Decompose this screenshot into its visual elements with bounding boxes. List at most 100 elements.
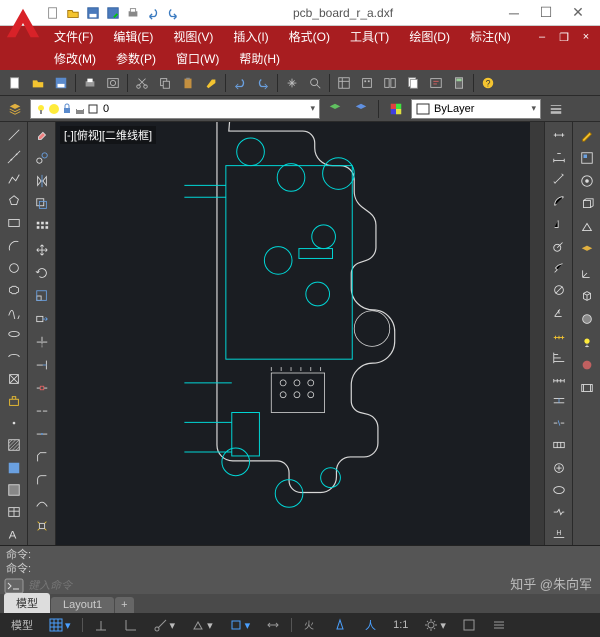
nav-icon[interactable] [575, 170, 599, 192]
spline-icon[interactable] [2, 302, 26, 323]
sheet-icon[interactable] [402, 72, 424, 94]
ellipse-arc-icon[interactable] [2, 346, 26, 367]
dimdia-icon[interactable] [547, 279, 571, 300]
revcloud-icon[interactable] [2, 279, 26, 300]
otrack-icon[interactable] [261, 616, 285, 634]
trim-icon[interactable] [30, 331, 54, 353]
join-icon[interactable] [30, 423, 54, 445]
mtext-icon[interactable]: A [2, 524, 26, 545]
hatch-icon[interactable] [2, 435, 26, 456]
new-icon[interactable] [4, 72, 26, 94]
gear-icon[interactable]: ▾ [419, 616, 451, 634]
qat-redo-icon[interactable] [164, 4, 182, 22]
film-icon[interactable] [575, 377, 599, 399]
tolerance-icon[interactable] [547, 435, 571, 456]
dimlinear-icon[interactable] [547, 146, 571, 167]
move-icon[interactable] [30, 239, 54, 261]
lwt-icon[interactable]: 火 [298, 616, 322, 634]
menu-modify[interactable]: 修改(M) [44, 48, 106, 70]
mdi-close-icon[interactable]: × [578, 29, 594, 45]
drawing-canvas[interactable]: [-][俯视][二维线框] [56, 122, 530, 545]
markup-icon[interactable] [425, 72, 447, 94]
menu-param[interactable]: 参数(P) [106, 48, 166, 70]
layer-props-icon[interactable] [4, 98, 26, 120]
copy-icon[interactable] [154, 72, 176, 94]
undo-icon[interactable] [229, 72, 251, 94]
menu-view[interactable]: 视图(V) [163, 26, 223, 48]
color-control-icon[interactable] [385, 98, 407, 120]
qdim-icon[interactable] [547, 324, 571, 345]
view-icon[interactable] [575, 193, 599, 215]
diminspect-icon[interactable] [547, 479, 571, 500]
vertical-scrollbar[interactable] [530, 122, 544, 545]
snap-icon[interactable] [89, 616, 113, 634]
extend-icon[interactable] [30, 354, 54, 376]
menu-insert[interactable]: 插入(I) [223, 26, 278, 48]
fillet-icon[interactable] [30, 469, 54, 491]
sb-model[interactable]: 模型 [6, 616, 38, 634]
command-prompt-icon[interactable] [4, 578, 24, 594]
dimbase-icon[interactable] [547, 346, 571, 367]
customize-icon[interactable] [487, 616, 511, 634]
print-icon[interactable] [79, 72, 101, 94]
anno-icon[interactable] [328, 616, 352, 634]
tab-model[interactable]: 模型 [4, 593, 50, 613]
paste-icon[interactable] [177, 72, 199, 94]
blend-icon[interactable] [30, 492, 54, 514]
xline-icon[interactable] [2, 146, 26, 167]
layer-dropdown[interactable]: 0 ▾ [30, 99, 320, 119]
maximize-button[interactable]: ☐ [536, 3, 556, 23]
dimaligned-icon[interactable] [547, 168, 571, 189]
mirror-icon[interactable] [30, 170, 54, 192]
tpalette-icon[interactable] [379, 72, 401, 94]
dimjogline-icon[interactable] [547, 501, 571, 522]
command-input[interactable] [28, 580, 600, 592]
dimjog-icon[interactable] [547, 257, 571, 278]
gradient-icon[interactable] [2, 457, 26, 478]
mdi-restore-icon[interactable]: ❐ [556, 29, 572, 45]
qat-open-icon[interactable] [64, 4, 82, 22]
linetype-dropdown[interactable]: ByLayer ▾ [411, 99, 541, 119]
cut-icon[interactable] [131, 72, 153, 94]
preview-icon[interactable] [102, 72, 124, 94]
menu-tools[interactable]: 工具(T) [340, 26, 399, 48]
arc-icon[interactable] [2, 235, 26, 256]
anno2-icon[interactable]: 人 [358, 616, 382, 634]
help-icon[interactable]: ? [477, 72, 499, 94]
close-button[interactable]: ✕ [568, 3, 588, 23]
layer-match-icon[interactable] [324, 98, 346, 120]
menu-help[interactable]: 帮助(H) [229, 48, 290, 70]
break2-icon[interactable] [30, 400, 54, 422]
dimcont-icon[interactable] [547, 368, 571, 389]
material-icon[interactable] [575, 354, 599, 376]
open-icon[interactable] [27, 72, 49, 94]
circle-icon[interactable] [2, 257, 26, 278]
lineweight-icon[interactable] [545, 98, 567, 120]
menu-format[interactable]: 格式(O) [279, 26, 340, 48]
dimrad-icon[interactable] [547, 235, 571, 256]
qat-print-icon[interactable] [124, 4, 142, 22]
array-icon[interactable] [30, 216, 54, 238]
dimarc-icon[interactable] [547, 191, 571, 212]
rectangle-icon[interactable] [2, 213, 26, 234]
region-icon[interactable] [2, 479, 26, 500]
ortho-icon[interactable] [119, 616, 143, 634]
app-logo[interactable] [4, 4, 42, 42]
scale-icon[interactable] [30, 285, 54, 307]
polar-icon[interactable]: ▾ [149, 616, 181, 634]
qat-new-icon[interactable] [44, 4, 62, 22]
polyline-icon[interactable] [2, 168, 26, 189]
minimize-button[interactable]: ─ [504, 3, 524, 23]
menu-file[interactable]: 文件(F) [44, 26, 103, 48]
pencil-icon[interactable] [575, 124, 599, 146]
vs-icon[interactable] [575, 216, 599, 238]
menu-draw[interactable]: 绘图(D) [399, 26, 460, 48]
dist-icon[interactable] [547, 124, 571, 145]
ucs-icon[interactable] [575, 262, 599, 284]
layer2-icon[interactable] [575, 239, 599, 261]
tab-layout1[interactable]: Layout1 [51, 597, 114, 613]
dimspace-icon[interactable] [547, 390, 571, 411]
chamfer-icon[interactable] [30, 446, 54, 468]
dcenter-icon[interactable] [356, 72, 378, 94]
copy2-icon[interactable] [30, 147, 54, 169]
